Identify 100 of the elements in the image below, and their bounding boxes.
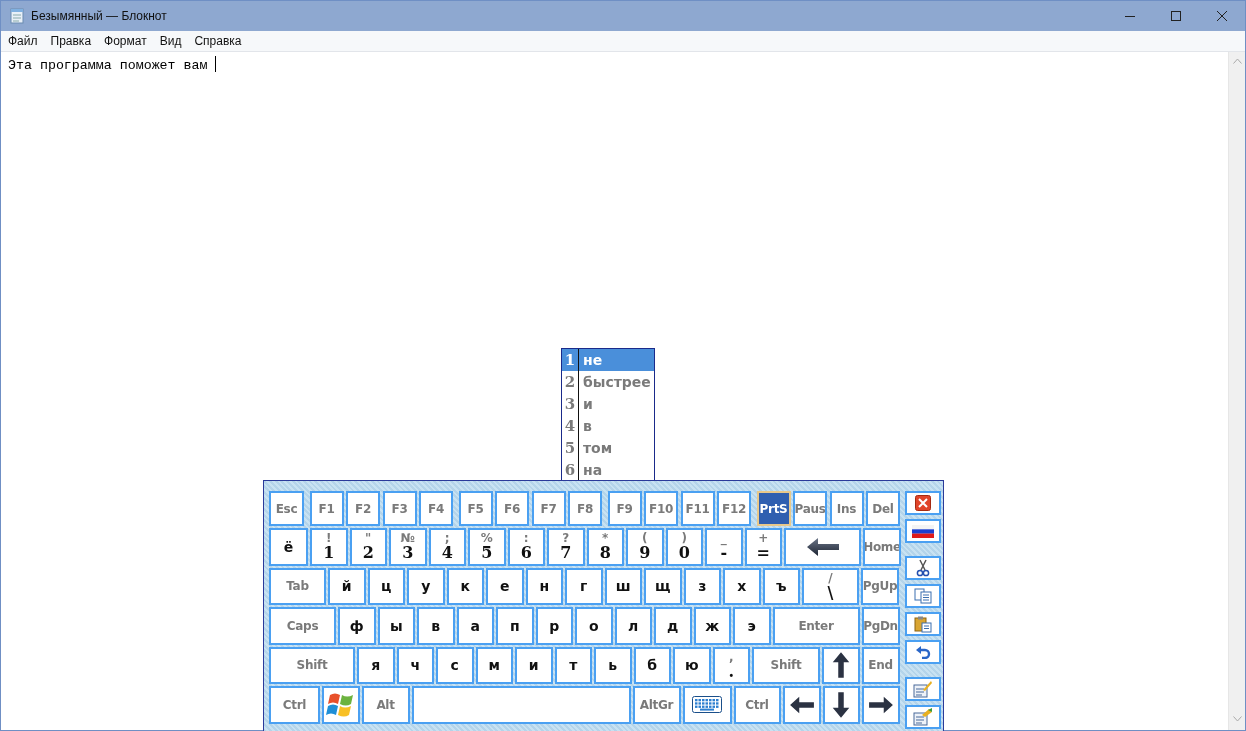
keyboard-key[interactable]: ц (367, 567, 405, 605)
keyboard-key[interactable]: к (446, 567, 484, 605)
menu-item[interactable]: Формат (97, 34, 153, 48)
keyboard-key[interactable]: Esc (269, 491, 304, 526)
keyboard-key[interactable]: ш (604, 567, 642, 605)
keyboard-key[interactable]: я (357, 646, 395, 684)
suggestion-number: 3 (562, 393, 579, 415)
keyboard-key[interactable]: п (496, 607, 534, 645)
keyboard-key[interactable]: о (575, 607, 613, 645)
keyboard-key[interactable]: у (407, 567, 445, 605)
keyboard-key[interactable]: х (723, 567, 761, 605)
keyboard-key[interactable]: щ (644, 567, 682, 605)
suggestion-item[interactable]: 4 в (562, 415, 654, 437)
keyboard-key[interactable]: F12 (717, 491, 751, 526)
keyboard-key[interactable]: ж (693, 607, 731, 645)
keyboard-key[interactable]: Paus (793, 491, 827, 526)
keyboard-key[interactable]: р (535, 607, 573, 645)
keyboard-key[interactable]: н (525, 567, 563, 605)
keyboard-key[interactable]: " 2 (349, 528, 387, 566)
keyboard-key[interactable]: Ctrl (733, 686, 781, 724)
keyboard-key[interactable]: й (328, 567, 366, 605)
menu-item[interactable]: Правка (43, 34, 98, 48)
paste-button[interactable] (905, 612, 941, 636)
keyboard-key[interactable]: : 6 (507, 528, 545, 566)
keyboard-key[interactable]: ф (338, 607, 376, 645)
keyboard-key[interactable]: + = (744, 528, 782, 566)
keyboard-key[interactable]: б (633, 646, 671, 684)
keyboard-key[interactable]: з (683, 567, 721, 605)
keyboard-key[interactable]: PgUp (861, 567, 899, 605)
keyboard-key[interactable]: F5 (458, 491, 493, 526)
suggestion-item[interactable]: 3 и (562, 393, 654, 415)
keyboard-key[interactable]: ! 1 (310, 528, 348, 566)
edit-button[interactable] (905, 677, 941, 701)
keyboard-key[interactable]: т (554, 646, 592, 684)
keyboard-key[interactable]: F7 (531, 491, 566, 526)
keyboard-key[interactable]: Del (866, 491, 900, 526)
menu-item[interactable]: Файл (1, 34, 44, 48)
keyboard-key[interactable]: F8 (568, 491, 602, 526)
keyboard-key[interactable]: ) 0 (665, 528, 703, 566)
keyboard-key[interactable] (782, 686, 821, 724)
suggestion-item[interactable]: 2 быстрее (562, 371, 654, 393)
keyboard-key[interactable]: F10 (644, 491, 678, 526)
keyboard-key[interactable]: _ - (705, 528, 743, 566)
keyboard-key[interactable]: Enter (772, 607, 860, 645)
keyboard-key[interactable] (862, 686, 900, 724)
keyboard-key[interactable]: AltGr (632, 686, 681, 724)
keyboard-key[interactable]: л (614, 607, 652, 645)
keyboard-key[interactable]: Ins (829, 491, 864, 526)
keyboard-key[interactable]: Shift (269, 646, 355, 684)
keyboard-key[interactable]: F3 (382, 491, 417, 526)
keyboard-key[interactable]: Caps (269, 607, 336, 645)
keyboard-key[interactable]: ь (594, 646, 632, 684)
cut-button[interactable] (905, 556, 941, 580)
keyboard-key[interactable] (822, 686, 860, 724)
keyboard-key[interactable]: * 8 (586, 528, 624, 566)
keyboard-key[interactable] (822, 646, 860, 684)
settings-button[interactable] (905, 705, 941, 729)
keyboard-key[interactable]: Tab (269, 567, 326, 605)
keyboard-key[interactable]: ч (396, 646, 434, 684)
keyboard-key[interactable]: / \ (802, 567, 859, 605)
keyboard-key[interactable]: и (515, 646, 553, 684)
keyboard-key[interactable]: ( 9 (626, 528, 664, 566)
suggestion-word: не (582, 352, 603, 368)
keyboard-key[interactable]: F2 (346, 491, 380, 526)
keyboard-key[interactable]: ъ (762, 567, 800, 605)
keyboard-key[interactable]: PgDn (861, 607, 900, 645)
keyboard-key[interactable]: в (417, 607, 455, 645)
keyboard-key[interactable]: F6 (495, 491, 529, 526)
undo-button[interactable] (905, 640, 941, 664)
keyboard-key[interactable] (784, 528, 861, 566)
keyboard-key[interactable]: э (733, 607, 771, 645)
keyboard-key[interactable]: End (861, 646, 900, 684)
keyboard-key[interactable]: , . (712, 646, 750, 684)
keyboard-key[interactable]: ы (377, 607, 415, 645)
keyboard-key[interactable]: г (565, 567, 603, 605)
keyboard-key[interactable]: Ctrl (269, 686, 320, 724)
keyboard-key[interactable]: д (654, 607, 692, 645)
keyboard-key[interactable]: Shift (752, 646, 820, 684)
menu-item[interactable]: Справка (187, 34, 248, 48)
menu-item[interactable]: Вид (152, 34, 188, 48)
keyboard-key[interactable] (682, 686, 732, 724)
keyboard-key[interactable]: ю (673, 646, 711, 684)
keyboard-key[interactable]: F1 (309, 491, 344, 526)
keyboard-key[interactable]: № 3 (389, 528, 427, 566)
keyboard-key[interactable]: % 5 (468, 528, 506, 566)
keyboard-key[interactable]: м (475, 646, 513, 684)
keyboard-key[interactable]: е (486, 567, 524, 605)
keyboard-key[interactable]: ? 7 (547, 528, 585, 566)
keyboard-key[interactable]: PrtS (756, 491, 791, 526)
keyboard-key[interactable]: F9 (607, 491, 642, 526)
keyboard-key[interactable]: F11 (680, 491, 715, 526)
keyboard-key[interactable]: F4 (419, 491, 453, 526)
keyboard-key[interactable]: ; 4 (428, 528, 466, 566)
keyboard-key[interactable]: а (456, 607, 494, 645)
keyboard-key[interactable]: с (436, 646, 474, 684)
keyboard-key[interactable]: ё (269, 528, 308, 566)
language-button[interactable] (905, 519, 941, 543)
suggestion-item[interactable]: 5 том (562, 437, 654, 459)
keyboard-key[interactable]: Alt (361, 686, 410, 724)
close-keyboard-button[interactable] (905, 491, 941, 515)
